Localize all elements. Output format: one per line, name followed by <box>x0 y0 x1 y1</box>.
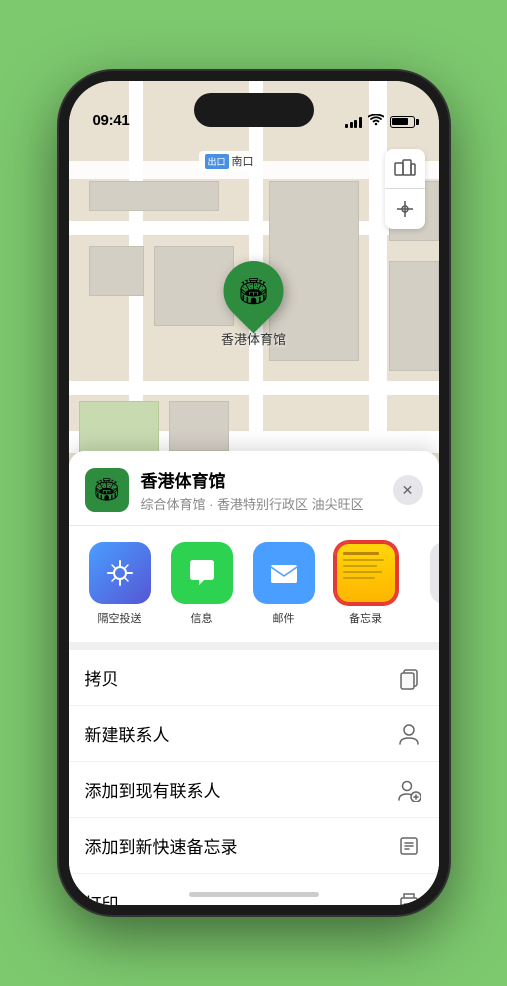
dynamic-island <box>194 93 314 127</box>
location-header: 🏟 香港体育馆 综合体育馆 · 香港特别行政区 油尖旺区 ✕ <box>69 451 439 526</box>
phone-frame: 09:41 <box>59 71 449 915</box>
share-more[interactable]: 提 <box>413 542 439 626</box>
map-controls <box>385 149 425 229</box>
location-subtitle: 综合体育馆 · 香港特别行政区 油尖旺区 <box>141 494 381 513</box>
person-add-icon <box>395 776 423 804</box>
battery-icon <box>390 116 415 128</box>
action-copy[interactable]: 拷贝 <box>69 650 439 706</box>
location-button[interactable] <box>385 189 425 229</box>
share-message[interactable]: 信息 <box>167 542 237 626</box>
signal-icon <box>345 116 362 128</box>
wifi-icon <box>368 114 384 129</box>
action-quick-note-label: 添加到新快速备忘录 <box>85 833 238 858</box>
share-mail[interactable]: 邮件 <box>249 542 319 626</box>
location-info: 香港体育馆 综合体育馆 · 香港特别行政区 油尖旺区 <box>141 467 381 513</box>
status-icons <box>345 114 415 129</box>
share-notes[interactable]: 备忘录 <box>331 542 401 626</box>
close-button[interactable]: ✕ <box>393 475 423 505</box>
note-icon <box>395 832 423 860</box>
location-name: 香港体育馆 <box>141 467 381 492</box>
map-label: 出口 南口 <box>199 151 260 171</box>
message-label: 信息 <box>191 610 213 626</box>
copy-icon <box>395 664 423 692</box>
action-new-contact-label: 新建联系人 <box>85 721 170 746</box>
share-airdrop[interactable]: 隔空投送 <box>85 542 155 626</box>
message-icon <box>171 542 233 604</box>
mail-icon <box>253 542 315 604</box>
action-add-existing[interactable]: 添加到现有联系人 <box>69 762 439 818</box>
more-icon <box>430 542 439 604</box>
action-list: 拷贝 新建联系人 添 <box>69 650 439 915</box>
home-indicator <box>189 892 319 897</box>
action-add-existing-label: 添加到现有联系人 <box>85 777 221 802</box>
airdrop-icon <box>89 542 151 604</box>
mail-label: 邮件 <box>273 610 295 626</box>
notes-icon <box>335 542 397 604</box>
pin-icon: 🏟 <box>237 276 270 307</box>
map-type-button[interactable] <box>385 149 425 189</box>
notes-label: 备忘录 <box>349 610 382 626</box>
map-area[interactable]: 出口 南口 🏟 香港体育馆 <box>69 81 439 511</box>
exit-icon: 出口 <box>205 154 229 169</box>
person-icon <box>395 720 423 748</box>
action-copy-label: 拷贝 <box>85 665 119 690</box>
venue-icon: 🏟 <box>85 468 129 512</box>
label-text: 南口 <box>232 153 254 169</box>
status-time: 09:41 <box>93 112 130 129</box>
action-print-label: 打印 <box>85 890 119 915</box>
airdrop-label: 隔空投送 <box>98 610 142 626</box>
share-row: 隔空投送 信息 邮件 <box>69 526 439 650</box>
bottom-sheet: 🏟 香港体育馆 综合体育馆 · 香港特别行政区 油尖旺区 ✕ 隔空投送 <box>69 451 439 905</box>
action-quick-note[interactable]: 添加到新快速备忘录 <box>69 818 439 874</box>
stadium-pin[interactable]: 🏟 香港体育馆 <box>221 261 286 348</box>
print-icon <box>395 888 423 915</box>
action-new-contact[interactable]: 新建联系人 <box>69 706 439 762</box>
pin-circle: 🏟 <box>211 249 296 334</box>
